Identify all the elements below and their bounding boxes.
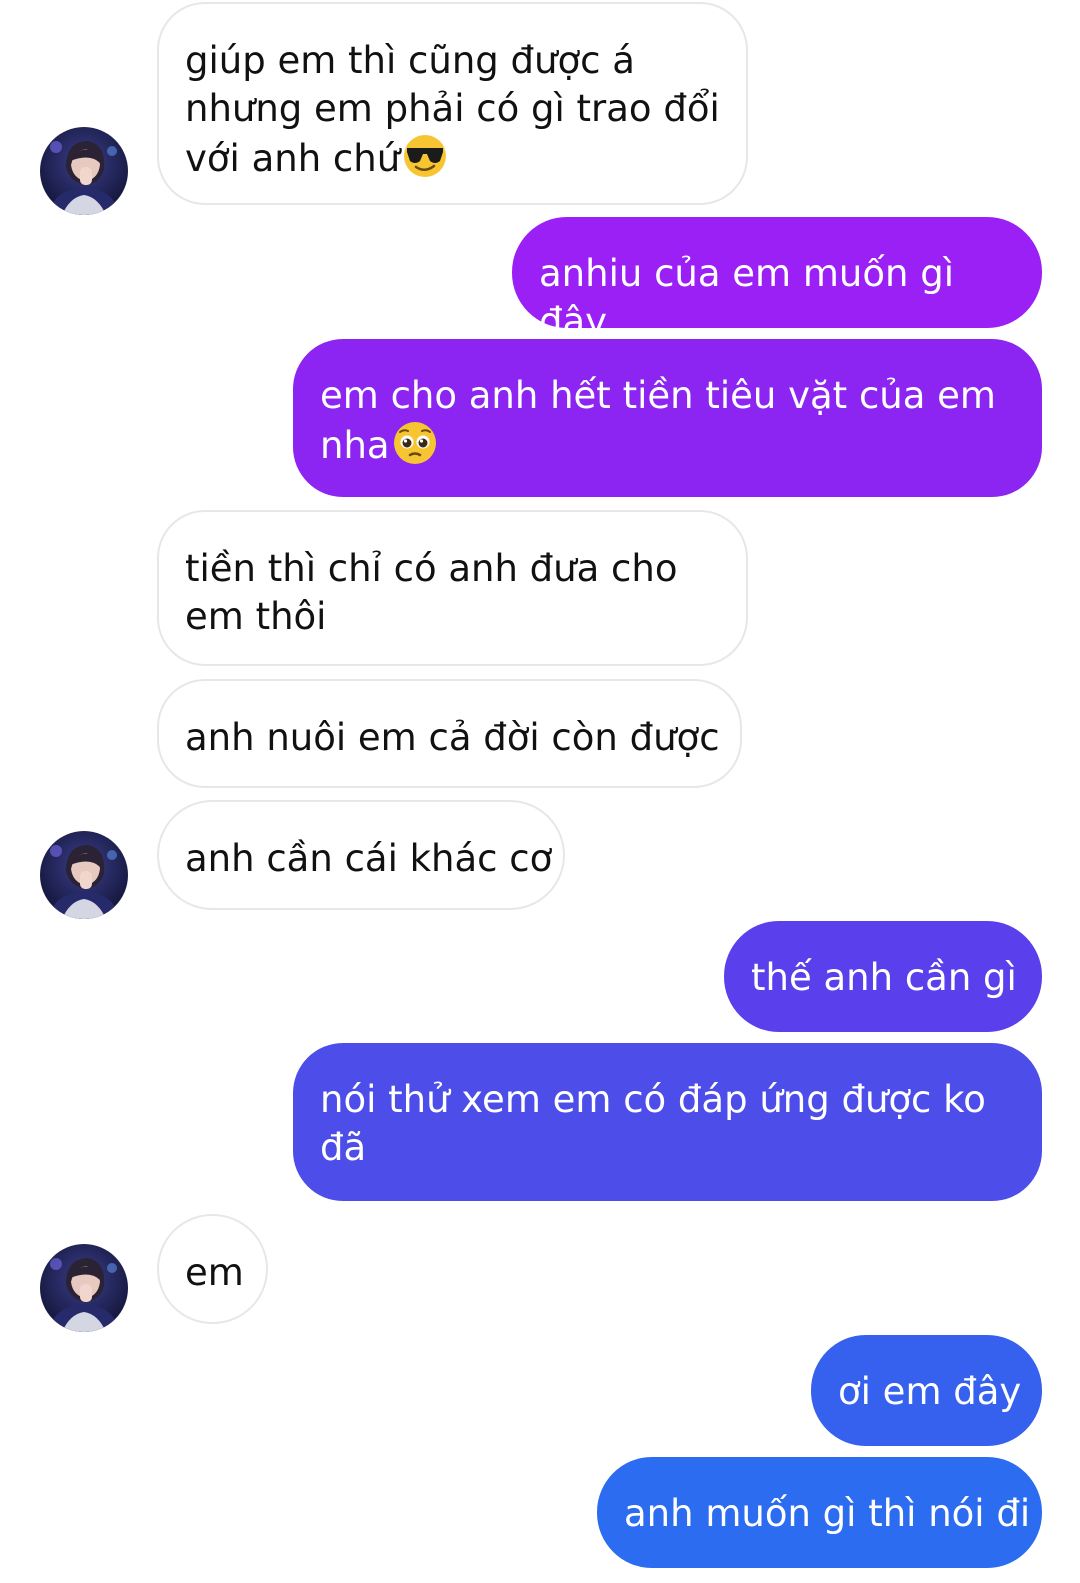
sunglasses-face-icon [402,133,448,191]
message-text: anh cần cái khác cơ [185,837,553,880]
message-text: anhiu của em muốn gì đây [539,252,954,343]
outgoing-message[interactable]: anh muốn gì thì nói đi [597,1457,1042,1568]
message-text: anh muốn gì thì nói đi [624,1492,1031,1535]
outgoing-message[interactable]: em cho anh hết tiền tiêu vặt của em nha [293,339,1042,497]
incoming-message[interactable]: tiền thì chỉ có anh đưa cho em thôi [157,510,748,666]
message-text: nói thử xem em có đáp ứng được ko đã [320,1078,986,1169]
outgoing-message[interactable]: anhiu của em muốn gì đây [512,217,1042,343]
incoming-message[interactable]: em [157,1214,268,1324]
outgoing-message[interactable]: nói thử xem em có đáp ứng được ko đã [293,1043,1042,1201]
outgoing-message[interactable]: ơi em đây [811,1335,1042,1446]
incoming-message[interactable]: anh cần cái khác cơ [157,800,565,910]
message-text: giúp em thì cũng được á nhưng em phải có… [185,39,720,180]
outgoing-message[interactable]: thế anh cần gì [724,921,1042,1032]
message-text: thế anh cần gì [751,956,1017,999]
contact-avatar[interactable] [40,1244,128,1332]
pleading-face-icon [392,420,438,478]
message-text: em [185,1251,244,1294]
contact-avatar[interactable] [40,831,128,919]
contact-avatar[interactable] [40,127,128,215]
message-text: tiền thì chỉ có anh đưa cho em thôi [185,547,678,638]
incoming-message[interactable]: anh nuôi em cả đời còn được [157,679,742,788]
message-text: anh nuôi em cả đời còn được [185,716,720,759]
incoming-message[interactable]: giúp em thì cũng được á nhưng em phải có… [157,2,748,205]
message-text: ơi em đây [838,1370,1022,1413]
